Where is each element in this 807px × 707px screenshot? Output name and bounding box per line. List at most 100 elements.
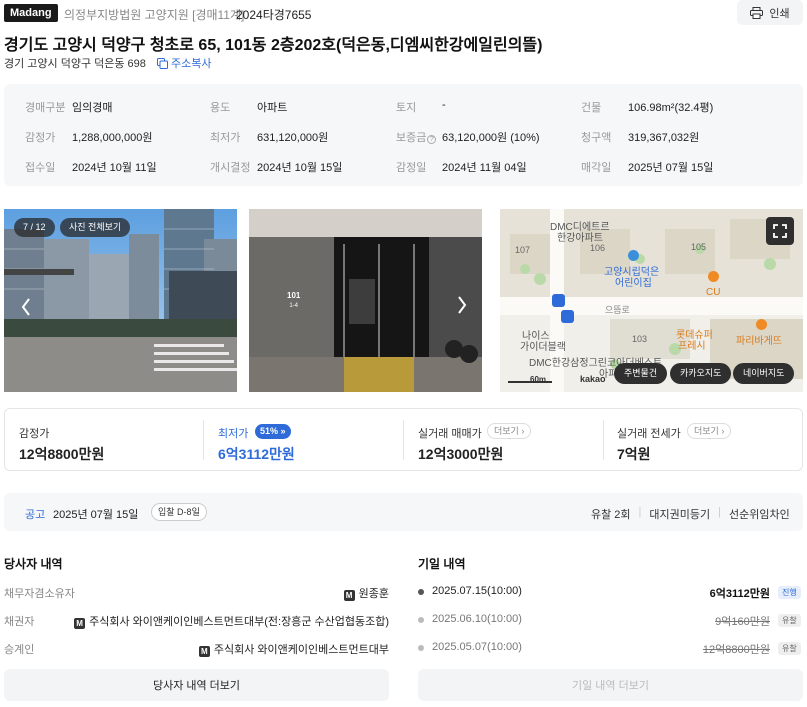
info-value: 2024년 10월 11일 — [72, 162, 157, 174]
date-price: 12억8800만원 — [702, 644, 770, 656]
timeline-dot — [418, 589, 424, 595]
jibun-address: 경기 고양시 덕양구 덕은동 698 — [4, 58, 146, 70]
map-label: 파리바게뜨 — [736, 336, 782, 347]
appraisal-value: 12억8800만원 — [19, 446, 105, 462]
jeonse-more-button[interactable]: 더보기 › — [687, 423, 732, 439]
map-label: 으뜸로 — [605, 305, 630, 315]
kakao-map-button[interactable]: 카카오지도 — [670, 363, 732, 384]
brand-logo[interactable]: Madang — [4, 4, 58, 22]
court-name: 의정부지방법원 고양지원 [경매11계] — [64, 8, 245, 22]
copy-address-button[interactable]: 주소복사 — [157, 55, 211, 71]
map-label: 한강아파트 — [557, 233, 603, 244]
notice-date: 2025년 07월 15일 — [53, 509, 139, 521]
notice-label: 공고 — [25, 509, 46, 521]
parties-title: 당사자 내역 — [4, 557, 63, 571]
property-photo-entrance[interactable] — [249, 209, 482, 392]
help-icon[interactable]: ? — [427, 135, 437, 144]
party-role: 채무자겸소유자 — [4, 588, 75, 600]
bakery-marker-icon[interactable] — [756, 319, 767, 330]
jeonse-price-value: 7억원 — [617, 446, 651, 462]
dates-title: 기일 내역 — [418, 557, 466, 571]
nearby-properties-button[interactable]: 주변물건 — [614, 363, 668, 384]
map-scale: 60m — [530, 375, 547, 384]
party-name: M 주식회사 와이앤케이인베스트먼트대부(전:장흥군 수산업협동조합) — [74, 613, 389, 629]
map-label: 어린이집 — [615, 278, 652, 289]
party-name: M 주식회사 와이앤케이인베스트먼트대부 — [198, 641, 389, 657]
store-marker-icon[interactable] — [708, 271, 719, 282]
chevron-double-down-icon: » — [280, 426, 286, 436]
info-label: 청구액 — [581, 132, 612, 144]
info-label: 최저가 — [210, 132, 241, 144]
member-icon: M — [74, 618, 86, 629]
copy-icon — [157, 57, 168, 69]
info-value: 임의경매 — [72, 102, 113, 114]
date-item: 2025.05.07(10:00) — [432, 641, 522, 653]
party-role: 채권자 — [4, 616, 35, 628]
info-value: 2024년 11월 04일 — [442, 162, 527, 174]
photo-counter: 7 / 12 — [14, 218, 55, 237]
map-label: 103 — [632, 334, 648, 344]
info-value: 631,120,000원 — [257, 132, 329, 144]
info-label: 감정일 — [396, 162, 427, 174]
info-label: 매각일 — [581, 162, 612, 174]
info-label: 개시결정 — [210, 162, 251, 174]
printer-icon — [750, 6, 764, 19]
timeline-dot — [418, 645, 424, 651]
jeonse-price-label: 실거래 전세가 — [617, 428, 681, 440]
building-sign: 101 1-4 — [287, 291, 301, 309]
info-label: 접수일 — [25, 162, 56, 174]
flag-item: 대지권미등기 — [649, 509, 711, 521]
map-label: 가이더블랙 — [520, 342, 566, 353]
kakao-logo: kakao — [580, 374, 606, 384]
date-item: 2025.06.10(10:00) — [432, 613, 522, 625]
copy-address-label: 주소복사 — [171, 58, 212, 70]
bid-dday-badge: 입찰 D-8일 — [151, 503, 207, 521]
trade-more-button[interactable]: 더보기 › — [487, 423, 532, 439]
date-price: 6억3112만원 — [709, 588, 770, 600]
date-item: 2025.07.15(10:00) — [432, 585, 522, 597]
member-icon: M — [198, 646, 210, 657]
info-value: 아파트 — [257, 102, 288, 114]
map-label: 프레시 — [678, 341, 706, 352]
info-value: 319,367,032원 — [628, 132, 700, 144]
trade-price-value: 12억3000만원 — [418, 446, 504, 462]
info-value: 2025년 07월 15일 — [628, 162, 714, 174]
naver-map-button[interactable]: 네이버지도 — [733, 363, 795, 384]
info-label: 경매구분 — [25, 102, 66, 114]
kindergarten-marker-icon[interactable] — [628, 250, 639, 261]
parties-more-button[interactable]: 당사자 내역 더보기 — [4, 669, 389, 701]
minimum-rate-badge: 51% » — [255, 424, 291, 439]
dates-more-button[interactable]: 기일 내역 더보기 — [418, 669, 803, 701]
minimum-price-label: 최저가 — [218, 428, 249, 440]
info-label: 토지 — [396, 102, 417, 114]
view-all-photos-button[interactable]: 사진 전체보기 — [60, 218, 131, 237]
party-name: M 원종훈 — [343, 585, 389, 601]
map-label: 105 — [691, 242, 707, 252]
entrance-image — [249, 209, 482, 392]
fullscreen-map-button[interactable] — [766, 217, 794, 245]
expand-icon — [773, 224, 787, 238]
flag-list: 유찰 2회 | 대지권미등기 | 선순위임차인 — [591, 506, 790, 521]
flag-item: 선순위임차인 — [729, 509, 790, 521]
info-value: - — [442, 99, 446, 111]
bus-stop-icon[interactable] — [552, 294, 565, 307]
print-button[interactable]: 인쇄 — [737, 0, 803, 25]
info-value: 106.98m²(32.4평) — [628, 102, 714, 114]
status-badge: 진행 — [778, 586, 801, 599]
flag-item: 유찰 2회 — [591, 509, 631, 521]
page-title: 경기도 고양시 덕양구 청초로 65, 101동 2층202호(덕은동,디엠씨한… — [4, 37, 543, 54]
appraisal-label: 감정가 — [19, 428, 50, 440]
deposit-label: 보증금 — [396, 132, 427, 144]
member-icon: M — [343, 590, 355, 601]
status-badge: 유찰 — [778, 614, 801, 627]
info-label: 보증금? — [396, 129, 437, 145]
info-value: 63,120,000원 (10%) — [442, 132, 540, 144]
party-role: 승계인 — [4, 644, 35, 656]
bus-stop-icon[interactable] — [561, 310, 574, 323]
minimum-price-value: 6억3112만원 — [218, 446, 295, 462]
map-label: 107 — [515, 245, 531, 255]
info-label: 용도 — [210, 102, 231, 114]
date-price: 9억160만원 — [715, 616, 770, 628]
trade-price-label: 실거래 매매가 — [418, 428, 482, 440]
info-value: 1,288,000,000원 — [72, 132, 153, 144]
